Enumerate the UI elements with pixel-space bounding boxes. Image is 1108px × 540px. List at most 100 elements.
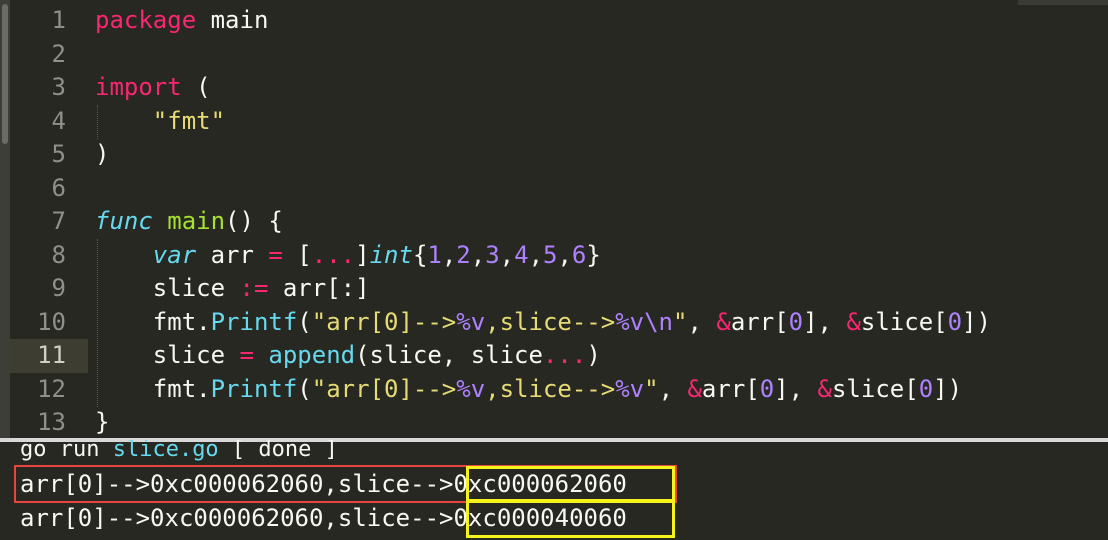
code-token: int (369, 240, 413, 269)
code-token: , (441, 240, 457, 269)
code-token: %v (615, 307, 645, 336)
code-token: ], (803, 307, 847, 336)
code-line[interactable]: 7 func main() { (10, 205, 1108, 239)
code-token: ]) (962, 307, 991, 336)
scrollbar-thumb[interactable] (2, 4, 8, 144)
line-number: 2 (51, 39, 66, 68)
code-editor[interactable]: 1 package main 2 3 import (4 "fmt" 5) 6 7 func m… (0, 0, 1108, 438)
code-text: ) (95, 138, 109, 172)
code-token: ( (181, 73, 211, 101)
code-line[interactable]: 4 "fmt" (10, 105, 1108, 139)
code-token: append (268, 341, 356, 369)
code-token: arr[ (730, 307, 789, 336)
code-token: = (268, 240, 283, 269)
code-line[interactable]: 10 fmt.Printf("arr[0]-->%v,slice-->%v\n"… (10, 306, 1108, 340)
command-file: slice.go (112, 440, 219, 462)
code-token: Printf (210, 307, 298, 336)
minimap-scrollbar[interactable] (0, 0, 10, 438)
yellow-highlight-box-1 (466, 466, 675, 502)
code-token: %v (456, 374, 486, 403)
code-text: package main (95, 4, 268, 38)
line-number: 12 (37, 374, 66, 403)
code-token: 0 (918, 374, 934, 403)
code-token: "arr[0]--> (311, 307, 457, 336)
line-number: 5 (51, 140, 66, 168)
code-token: [ (282, 240, 312, 269)
code-token: import (95, 73, 182, 101)
code-token: Printf (210, 374, 298, 403)
line-number: 13 (37, 408, 66, 436)
code-line[interactable]: 13} (10, 406, 1108, 438)
code-token: 2 (456, 240, 471, 269)
code-line[interactable]: 11 slice = append(slice, slice...) (10, 339, 1108, 373)
line-number: 4 (51, 106, 66, 135)
code-token: ... (311, 240, 356, 269)
code-token: } (95, 408, 110, 436)
code-token: , (499, 240, 515, 269)
code-token: 0 (788, 307, 804, 336)
code-token: main (196, 6, 269, 34)
code-token: main (167, 207, 226, 235)
code-token: ( (297, 374, 312, 403)
code-line[interactable]: 6 (10, 172, 1108, 206)
code-token: , (470, 240, 486, 269)
code-line[interactable]: 9 slice := arr[:] (10, 272, 1108, 306)
code-token: ( (297, 307, 312, 336)
code-line[interactable]: 12 fmt.Printf("arr[0]-->%v,slice-->%v", … (10, 373, 1108, 407)
code-token: fmt. (95, 307, 211, 336)
code-token: (slice, slice (355, 341, 543, 369)
code-token: 4 (514, 240, 529, 269)
code-token: = (239, 341, 254, 369)
build-command: go run slice.go [ done ] (20, 440, 338, 462)
code-token: var (152, 240, 197, 269)
command-prefix: go run (20, 440, 113, 462)
code-token: func (95, 207, 153, 235)
line-number: 9 (51, 274, 66, 302)
code-token: slice[ (860, 307, 948, 336)
build-output-panel[interactable]: go run slice.go [ done ] arr[0]-->0xc000… (0, 438, 1108, 540)
code-text: func main() { (95, 205, 283, 239)
code-token: & (817, 374, 832, 403)
code-token: , (557, 240, 572, 269)
code-token: %v (456, 307, 486, 336)
code-line[interactable]: 2 (10, 38, 1108, 72)
code-token: { (412, 240, 428, 269)
code-token: " (673, 307, 688, 336)
code-token: , (687, 307, 717, 336)
line-number: 1 (51, 6, 66, 34)
code-line[interactable]: 3 import ( (10, 71, 1108, 105)
code-token: ,slice--> (485, 374, 616, 403)
code-token: 3 (485, 240, 500, 269)
code-token: ) (95, 140, 110, 168)
code-token: 0 (947, 307, 963, 336)
code-token: ... (542, 341, 587, 369)
code-token: ,slice--> (485, 307, 616, 336)
code-token: \n (644, 307, 674, 336)
code-token: "arr[0]--> (311, 374, 457, 403)
code-text: var arr = [...]int{1,2,3,4,5,6} (95, 239, 601, 273)
code-token: 1 (427, 240, 442, 269)
code-token: & (716, 307, 731, 336)
code-token: slice[ (831, 374, 919, 403)
code-token: 5 (543, 240, 558, 269)
code-token: slice (95, 274, 240, 302)
line-number: 10 (37, 307, 66, 336)
code-token: ], (774, 374, 818, 403)
command-suffix: [ done ] (218, 440, 338, 462)
code-token: fmt. (95, 374, 211, 403)
code-text: slice := arr[:] (95, 272, 370, 306)
code-line[interactable]: 5) (10, 138, 1108, 172)
code-text: import ( (95, 71, 211, 105)
code-token: := (239, 274, 269, 302)
code-token: arr[ (701, 374, 760, 403)
line-number: 7 (51, 207, 66, 235)
code-line[interactable]: 1 package main (10, 4, 1108, 38)
code-token: () { (225, 207, 283, 235)
code-token: ] (355, 240, 370, 269)
code-line[interactable]: 8 var arr = [...]int{1,2,3,4,5,6} (10, 239, 1108, 273)
line-number: 3 (51, 73, 66, 101)
code-token: , (528, 240, 544, 269)
